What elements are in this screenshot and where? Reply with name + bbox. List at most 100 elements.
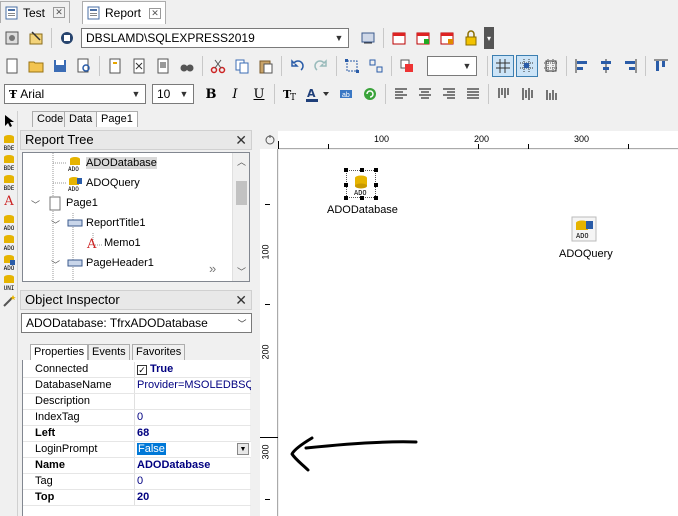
property-value[interactable]: Provider=MSOLEDBSQL (134, 378, 251, 393)
wand-tool-button[interactable] (0, 291, 18, 311)
tab-page1[interactable]: Page1 (96, 111, 138, 127)
align-to-grid-button[interactable] (516, 55, 538, 77)
resize-handle[interactable] (374, 183, 378, 187)
resize-handle[interactable] (344, 183, 348, 187)
text-align-left-button[interactable] (390, 83, 412, 105)
tree-item-adoquery[interactable]: ADO ADOQuery (67, 173, 140, 193)
font-size-select[interactable]: 10 ▼ (152, 84, 194, 104)
property-value[interactable]: 68 (134, 426, 251, 441)
new-page-button[interactable] (104, 55, 126, 77)
redo-button[interactable] (310, 55, 332, 77)
tab-test[interactable]: Test ✕ (0, 1, 70, 23)
property-value[interactable]: 20 (134, 490, 251, 505)
text-tool-button[interactable]: A (0, 191, 18, 211)
preview-button[interactable] (73, 55, 95, 77)
paste-button[interactable] (255, 55, 277, 77)
valign-center-button[interactable] (517, 83, 539, 105)
bold-button[interactable]: B (200, 83, 222, 105)
ado-database-tool-button[interactable]: ADO (0, 211, 18, 232)
design-component-adoquery[interactable]: ADO (571, 216, 599, 242)
cut-button[interactable] (207, 55, 229, 77)
resize-handle[interactable] (360, 196, 364, 200)
tab-report[interactable]: Report ✕ (82, 1, 166, 24)
close-icon[interactable]: ✕ (235, 131, 247, 149)
underline-button[interactable]: U (248, 83, 270, 105)
property-row-tag[interactable]: Tag 0 (23, 474, 251, 490)
lock-button[interactable] (460, 27, 482, 49)
resize-handle[interactable] (374, 168, 378, 172)
align-center-button[interactable] (595, 55, 617, 77)
property-value[interactable] (134, 394, 251, 409)
chevron-down-icon[interactable]: ﹀ (233, 265, 249, 279)
font-settings-button[interactable]: TT (279, 83, 301, 105)
text-justify-button[interactable] (462, 83, 484, 105)
align-left-button[interactable] (571, 55, 593, 77)
tree-item-pageheader1[interactable]: PageHeader1 (67, 253, 154, 273)
save-button[interactable] (49, 55, 71, 77)
ado-query-tool-button[interactable]: ADO (0, 251, 18, 272)
wizard-button[interactable] (25, 27, 47, 49)
select-tool-button[interactable] (0, 111, 18, 131)
close-icon[interactable]: ✕ (235, 291, 247, 309)
undo-button[interactable] (286, 55, 308, 77)
bde-database-button[interactable]: BDE (0, 131, 18, 152)
bde-query-button[interactable]: BDE (0, 171, 18, 192)
italic-button[interactable]: I (224, 83, 246, 105)
rotate-text-button[interactable] (359, 83, 381, 105)
group-button[interactable] (341, 55, 363, 77)
property-row-databasename[interactable]: DatabaseName Provider=MSOLEDBSQL (23, 378, 251, 394)
property-value-text[interactable]: False (137, 443, 166, 455)
copy-button[interactable] (231, 55, 253, 77)
chevron-down-icon[interactable]: ﹀ (51, 218, 60, 231)
ado-table-tool-button[interactable]: ADO (0, 231, 18, 252)
property-row-indextag[interactable]: IndexTag 0 (23, 410, 251, 426)
add-variable-button[interactable] (388, 27, 410, 49)
property-value[interactable]: ADODatabase (134, 458, 251, 473)
add-category-button[interactable] (412, 27, 434, 49)
tree-item-page1[interactable]: Page1 (47, 193, 98, 213)
valign-top-button[interactable] (493, 83, 515, 105)
checkbox-checked-icon[interactable]: ✓ (137, 365, 147, 375)
fit-to-grid-button[interactable] (540, 55, 562, 77)
tab-favorites[interactable]: Favorites (132, 344, 186, 360)
close-icon[interactable]: ✕ (53, 7, 65, 18)
tree-item-memo1[interactable]: A Memo1 (85, 233, 141, 253)
bring-to-front-button[interactable] (396, 55, 418, 77)
property-value[interactable]: 0 (134, 474, 251, 489)
property-row-description[interactable]: Description (23, 394, 251, 410)
valign-bottom-button[interactable] (541, 83, 563, 105)
highlight-button[interactable]: ab (335, 83, 357, 105)
tree-item-reporttitle1[interactable]: ReportTitle1 (67, 213, 146, 233)
show-grid-button[interactable] (492, 55, 514, 77)
property-row-connected[interactable]: Connected ✓ True (23, 362, 251, 378)
property-row-name[interactable]: Name ADODatabase (23, 458, 251, 474)
report-tree-scrollbar[interactable]: ︿ ﹀ (232, 153, 249, 281)
tab-events[interactable]: Events (88, 344, 130, 360)
ruler-origin-icon[interactable] (264, 134, 276, 146)
font-color-button[interactable]: A (303, 83, 333, 105)
open-button[interactable] (25, 55, 47, 77)
design-component-adodatabase[interactable]: ADO (344, 168, 378, 200)
vertical-ruler[interactable]: 100 200 300 (260, 149, 278, 516)
resize-handle[interactable] (344, 168, 348, 172)
resize-handle[interactable] (374, 196, 378, 200)
toolbar-overflow-button[interactable]: ▾ (484, 27, 494, 49)
edit-connections-button[interactable] (357, 27, 379, 49)
text-align-center-button[interactable] (414, 83, 436, 105)
tree-item-adodatabase[interactable]: ADO ADODatabase (67, 153, 157, 173)
zoom-select[interactable]: ▼ (427, 56, 477, 76)
chevron-down-icon[interactable]: ﹀ (51, 258, 60, 271)
chevron-down-icon[interactable]: ﹀ (31, 198, 40, 211)
report-options-button[interactable] (1, 27, 23, 49)
font-name-select[interactable]: Ŧ Arial ▼ (4, 84, 146, 104)
text-align-right-button[interactable] (438, 83, 460, 105)
property-row-top[interactable]: Top 20 (23, 490, 251, 506)
connection-select[interactable]: DBSLAMD\SQLEXPRESS2019 ▼ (81, 28, 349, 48)
chevron-up-icon[interactable]: ︿ (233, 155, 249, 169)
uni-tool-button[interactable]: UNI (0, 271, 18, 292)
property-row-loginprompt[interactable]: LoginPrompt False ▼ (23, 442, 251, 458)
tab-data[interactable]: Data (64, 111, 98, 127)
connection-button[interactable] (56, 27, 78, 49)
find-button[interactable] (176, 55, 198, 77)
new-button[interactable] (1, 55, 23, 77)
